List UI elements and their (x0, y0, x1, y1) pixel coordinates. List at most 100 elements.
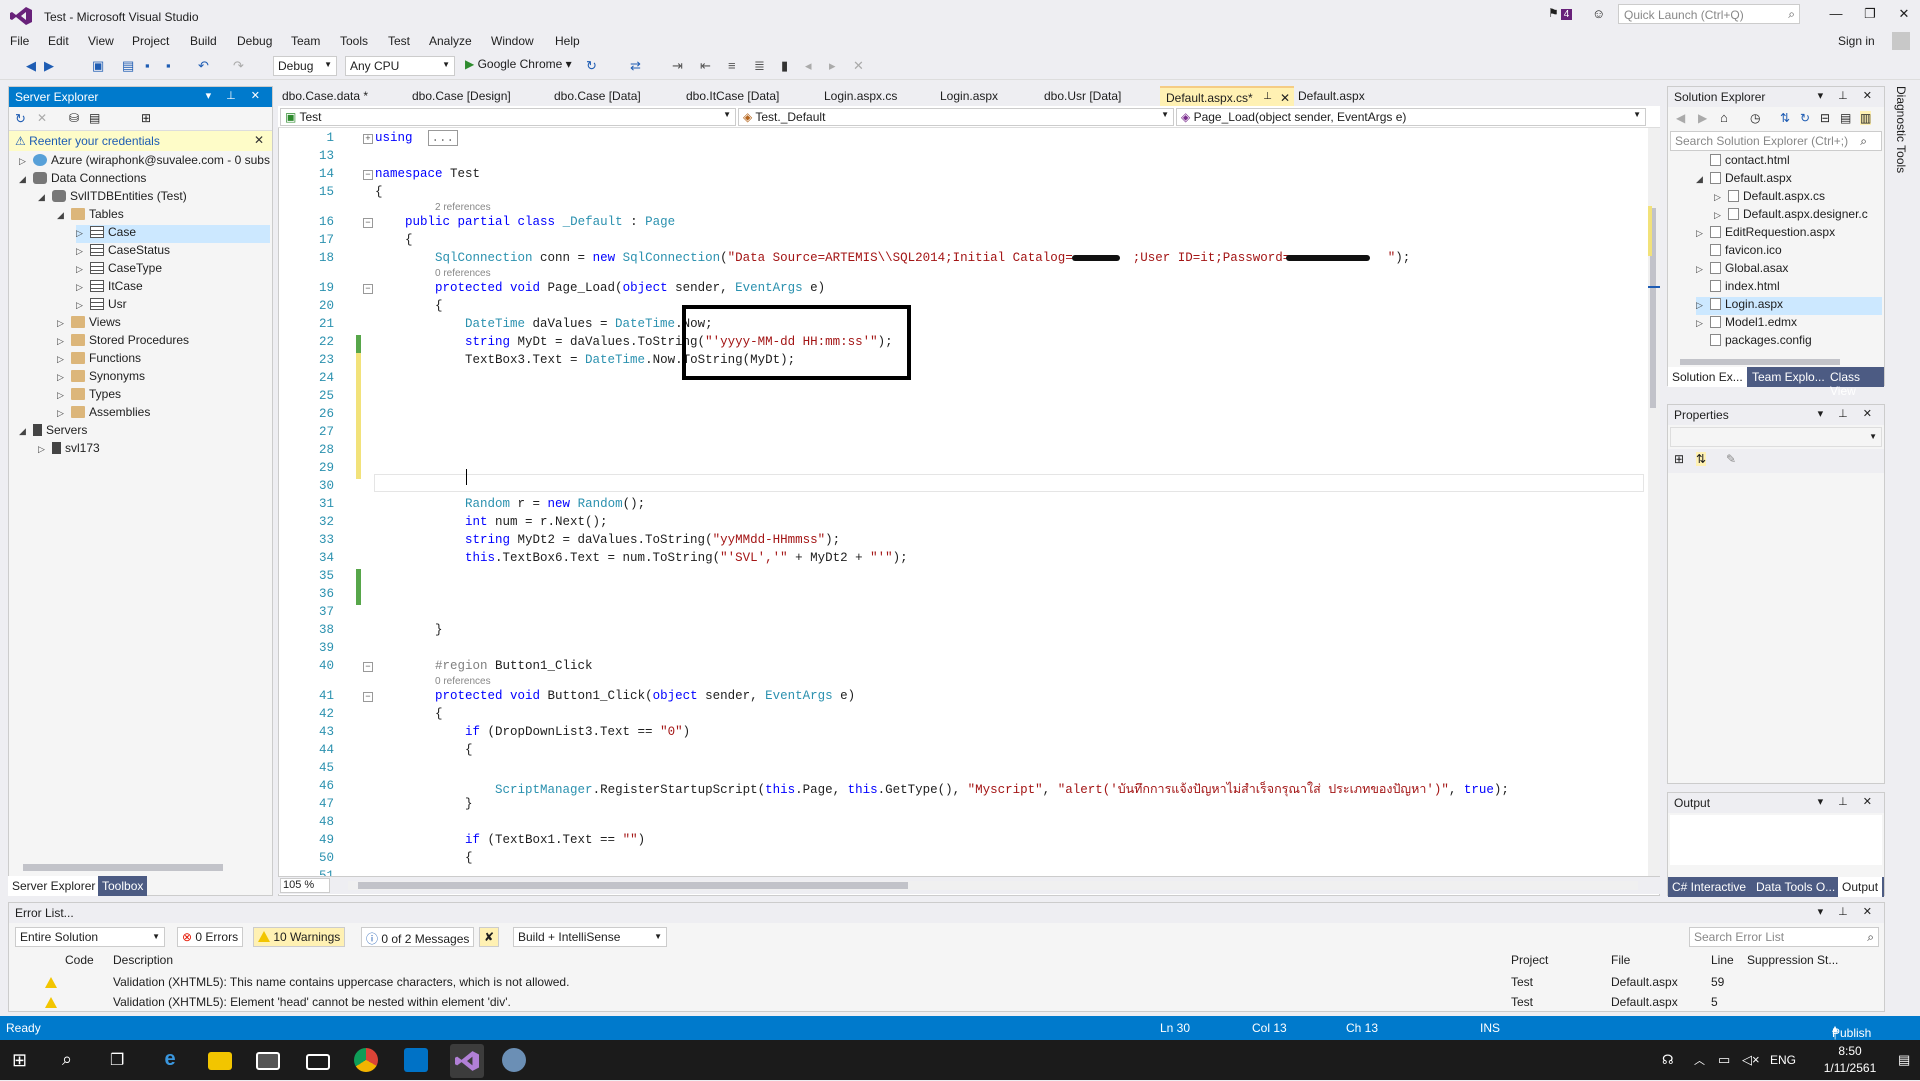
error-cell-project[interactable]: Test (1511, 995, 1533, 1009)
solution-tree-item[interactable]: ▷ Global.asax (1696, 261, 1788, 279)
collapse-all-icon[interactable]: ⊟ (1820, 111, 1830, 125)
clear-bookmarks-icon[interactable]: ✕ (853, 58, 864, 74)
wrench-icon[interactable]: ✎ (1726, 452, 1736, 466)
panel-controls[interactable]: ▾ ⊥ ✕ (206, 89, 266, 102)
horizontal-scrollbar[interactable] (23, 864, 223, 871)
expand-arrow-icon[interactable]: ▷ (38, 444, 52, 455)
scrollbar-thumb[interactable] (1680, 359, 1840, 365)
warnings-filter-button[interactable]: 10 Warnings (253, 927, 346, 947)
code-line[interactable]: { (375, 299, 443, 313)
solution-search-input[interactable]: Search Solution Explorer (Ctrl+;) ⌕ (1670, 131, 1882, 151)
action-center-icon[interactable]: ▤ (1898, 1052, 1910, 1068)
close-icon[interactable]: ✕ (254, 133, 264, 147)
panel-controls[interactable]: ▾ ⊥ ✕ (1818, 795, 1878, 808)
server-tree-item[interactable]: ▷ CaseStatus (76, 243, 170, 261)
collapse-arrow-icon[interactable]: ◢ (38, 192, 52, 203)
expand-arrow-icon[interactable]: ▷ (57, 336, 71, 347)
codelens-references[interactable]: 0 references (435, 268, 491, 279)
menu-view[interactable]: View (88, 34, 114, 48)
server-tree-item[interactable]: ◢ Tables (57, 207, 124, 225)
error-cell-project[interactable]: Test (1511, 975, 1533, 989)
code-line[interactable]: if (TextBox1.Text == "") (375, 833, 645, 847)
server-tree-item[interactable]: ▷ Usr (76, 297, 127, 315)
column-line[interactable]: Line (1711, 953, 1734, 967)
fold-toggle-icon[interactable]: − (363, 218, 373, 228)
code-line[interactable]: this.TextBox6.Text = num.ToString("'SVL'… (375, 551, 908, 565)
code-line[interactable]: using ... (375, 130, 459, 146)
save-icon[interactable]: ▪ (145, 58, 150, 73)
publish-button[interactable]: 🡑 Publish ▴ (1832, 1021, 1871, 1042)
solution-configuration-select[interactable]: Debug ▼ (273, 56, 337, 76)
column-project[interactable]: Project (1511, 953, 1548, 967)
clock-date[interactable]: 1/11/2561 (1818, 1061, 1882, 1075)
close-tab-icon[interactable]: ✕ (1280, 91, 1290, 105)
menu-help[interactable]: Help (555, 34, 580, 48)
tab-dbo-usr-data[interactable]: dbo.Usr [Data] (1044, 89, 1121, 103)
input-language[interactable]: ENG (1770, 1053, 1796, 1067)
expand-arrow-icon[interactable]: ▷ (76, 228, 90, 239)
project-dropdown[interactable]: ▣ Test ▼ (280, 108, 736, 126)
task-view-icon[interactable]: ❐ (110, 1050, 124, 1070)
code-line[interactable]: protected void Page_Load(object sender, … (375, 281, 825, 295)
outdent-icon[interactable]: ⇤ (700, 58, 711, 74)
tab-server-explorer[interactable]: Server Explorer (8, 876, 100, 896)
tab-csharp-interactive[interactable]: C# Interactive (1668, 877, 1750, 897)
close-window-button[interactable]: ✕ (1890, 6, 1918, 22)
network-icon[interactable]: ▭ (1718, 1052, 1730, 1068)
categorized-icon[interactable]: ⊞ (1674, 452, 1684, 466)
code-line[interactable]: } (375, 797, 473, 811)
forward-icon[interactable]: ▶ (1698, 111, 1707, 125)
expand-arrow-icon[interactable]: ▷ (19, 156, 33, 167)
save-all-icon[interactable]: ▪ (166, 58, 171, 73)
start-debug-button[interactable]: ▶ Google Chrome ▾ (465, 57, 572, 71)
solution-tree-item[interactable]: favicon.ico (1696, 243, 1782, 261)
app-icon[interactable] (502, 1048, 526, 1072)
messages-filter-button[interactable]: ⓘ 0 of 2 Messages (361, 927, 475, 947)
search-icon[interactable]: ⌕ (62, 1049, 72, 1070)
home-icon[interactable]: ⌂ (1720, 110, 1728, 125)
collapse-arrow-icon[interactable]: ◢ (57, 210, 71, 221)
expand-arrow-icon[interactable]: ▷ (76, 300, 90, 311)
tab-class-view[interactable]: Class View (1826, 367, 1884, 398)
sign-in-link[interactable]: Sign in (1838, 34, 1875, 48)
back-icon[interactable]: ◀ (26, 58, 36, 74)
tab-output[interactable]: Output (1838, 877, 1883, 897)
refresh-icon[interactable]: ↻ (1800, 111, 1810, 125)
column-description[interactable]: Description (113, 953, 173, 967)
forward-icon[interactable]: ▶ (44, 58, 54, 74)
expand-arrow-icon[interactable]: ▷ (57, 408, 71, 419)
server-tree-item[interactable]: ▷ Assemblies (57, 405, 150, 423)
feedback-icon[interactable]: ☺ (1592, 6, 1605, 21)
sync-icon[interactable]: ⇅ (1780, 111, 1790, 125)
error-cell-file[interactable]: Default.aspx (1611, 995, 1678, 1009)
scope-select[interactable]: Entire Solution ▼ (15, 927, 165, 947)
code-line[interactable]: { (375, 707, 443, 721)
build-filter-select[interactable]: Build + IntelliSense ▼ (513, 927, 667, 947)
column-file[interactable]: File (1611, 953, 1630, 967)
code-line[interactable]: string MyDt2 = daValues.ToString("yyMMdd… (375, 533, 840, 547)
collapse-arrow-icon[interactable]: ◢ (19, 426, 33, 437)
fold-toggle-icon[interactable]: − (363, 692, 373, 702)
solution-tree-item[interactable]: ▷ Default.aspx.cs (1714, 189, 1825, 207)
browser-link-icon[interactable]: ⇄ (630, 58, 641, 74)
volume-icon[interactable]: ◁× (1742, 1052, 1760, 1068)
expand-arrow-icon[interactable]: ▷ (1714, 192, 1728, 203)
panel-controls[interactable]: ▾ ⊥ ✕ (1818, 407, 1878, 420)
windows-start-icon[interactable]: ⊞ (12, 1050, 27, 1071)
alphabetical-icon[interactable]: ⇅ (1696, 452, 1707, 466)
undo-icon[interactable]: ↶ (198, 58, 209, 74)
minimize-button[interactable]: — (1822, 6, 1850, 21)
menu-team[interactable]: Team (291, 34, 320, 48)
menu-analyze[interactable]: Analyze (429, 34, 472, 48)
solution-tree-item[interactable]: ▷ Default.aspx.designer.c (1714, 207, 1868, 225)
tab-login-aspx-cs[interactable]: Login.aspx.cs (824, 89, 897, 103)
quick-launch-input[interactable]: Quick Launch (Ctrl+Q) ⌕ (1618, 4, 1800, 24)
column-suppression-state[interactable]: Suppression St... (1747, 953, 1838, 967)
server-tree-item[interactable]: ◢ Servers (19, 423, 87, 441)
expand-arrow-icon[interactable]: ▷ (57, 390, 71, 401)
server-tree-item[interactable]: ▷ Functions (57, 351, 141, 369)
server-tree-item[interactable]: ▷ Types (57, 387, 121, 405)
error-list-search-input[interactable]: Search Error List ⌕ (1689, 927, 1879, 947)
server-tree-item[interactable]: ◢ SvlITDBEntities (Test) (38, 189, 187, 207)
codelens-references[interactable]: 2 references (435, 202, 491, 213)
